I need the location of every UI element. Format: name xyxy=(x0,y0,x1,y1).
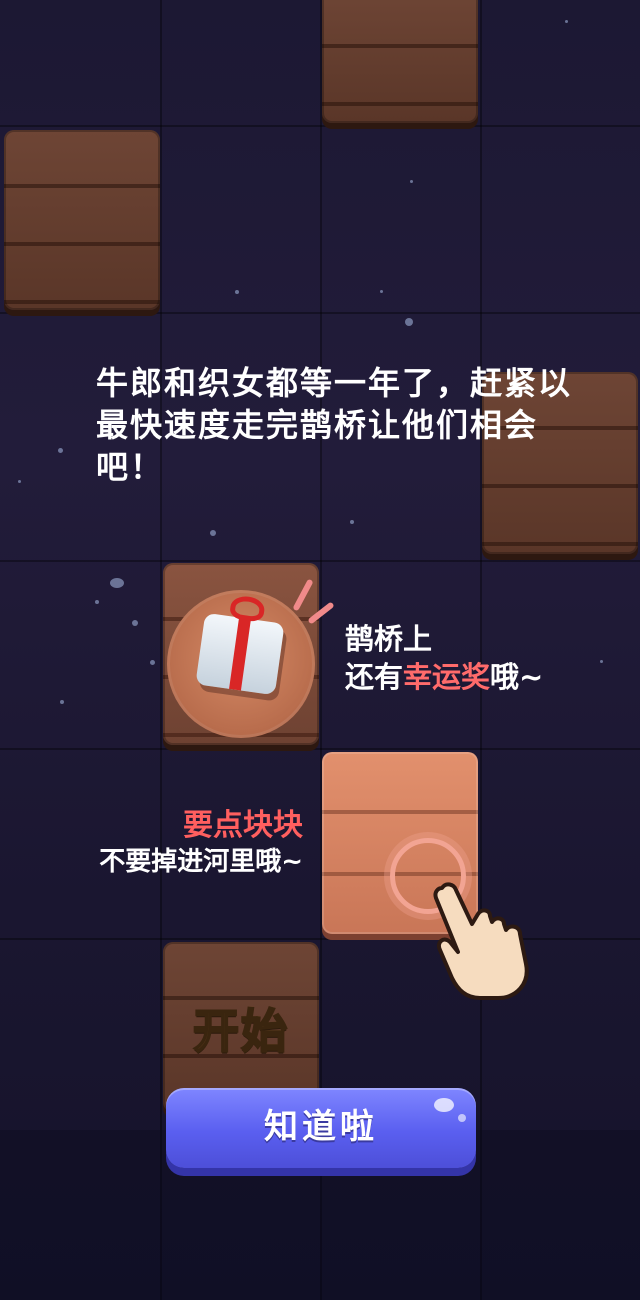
star xyxy=(18,480,21,483)
lucky-tip-line2: 还有幸运奖哦~ xyxy=(345,658,543,696)
lucky-tip: 鹊桥上 还有幸运奖哦~ xyxy=(345,620,543,696)
star xyxy=(565,20,568,23)
lucky-tip-line1: 鹊桥上 xyxy=(345,622,433,656)
grid-line-v1 xyxy=(160,0,162,1300)
start-label: 开始 xyxy=(192,1003,289,1059)
bridge-tile[interactable] xyxy=(4,130,160,310)
star xyxy=(410,180,413,183)
button-shine xyxy=(458,1114,466,1122)
star xyxy=(210,530,216,536)
got-it-button[interactable]: 知道啦 xyxy=(166,1088,476,1168)
grid-line-h3 xyxy=(0,560,640,562)
star xyxy=(350,520,354,524)
lucky-highlight: 幸运奖 xyxy=(403,660,491,694)
got-it-button-label: 知道啦 xyxy=(264,1107,378,1147)
star xyxy=(600,660,603,663)
bridge-tile[interactable] xyxy=(322,0,478,123)
star xyxy=(405,318,413,326)
grid-line-h5 xyxy=(0,938,640,940)
pointing-hand-icon xyxy=(433,882,529,1000)
button-shine xyxy=(434,1098,454,1112)
gift-ribbon xyxy=(229,617,251,691)
gift-icon xyxy=(195,594,285,696)
tap-tip-line2: 不要掉进河里哦~ xyxy=(99,847,303,877)
star xyxy=(380,290,383,293)
star xyxy=(132,620,138,626)
intro-text: 牛郎和织女都等一年了，赶紧以最快速度走完鹊桥让他们相会吧！ xyxy=(96,364,573,486)
tap-tip: 要点块块 不要掉进河里哦~ xyxy=(48,808,303,880)
grid-line-h1 xyxy=(0,125,640,127)
star xyxy=(60,700,64,704)
star xyxy=(150,660,155,665)
grid-line-h2 xyxy=(0,312,640,314)
tap-tip-highlight: 要点块块 xyxy=(183,808,303,843)
star xyxy=(58,448,63,453)
lucky-prefix: 还有 xyxy=(345,660,404,694)
star xyxy=(235,290,239,294)
grid-line-h4 xyxy=(0,748,640,750)
lucky-suffix: 哦~ xyxy=(490,660,544,694)
star xyxy=(95,600,99,604)
star xyxy=(110,578,124,588)
